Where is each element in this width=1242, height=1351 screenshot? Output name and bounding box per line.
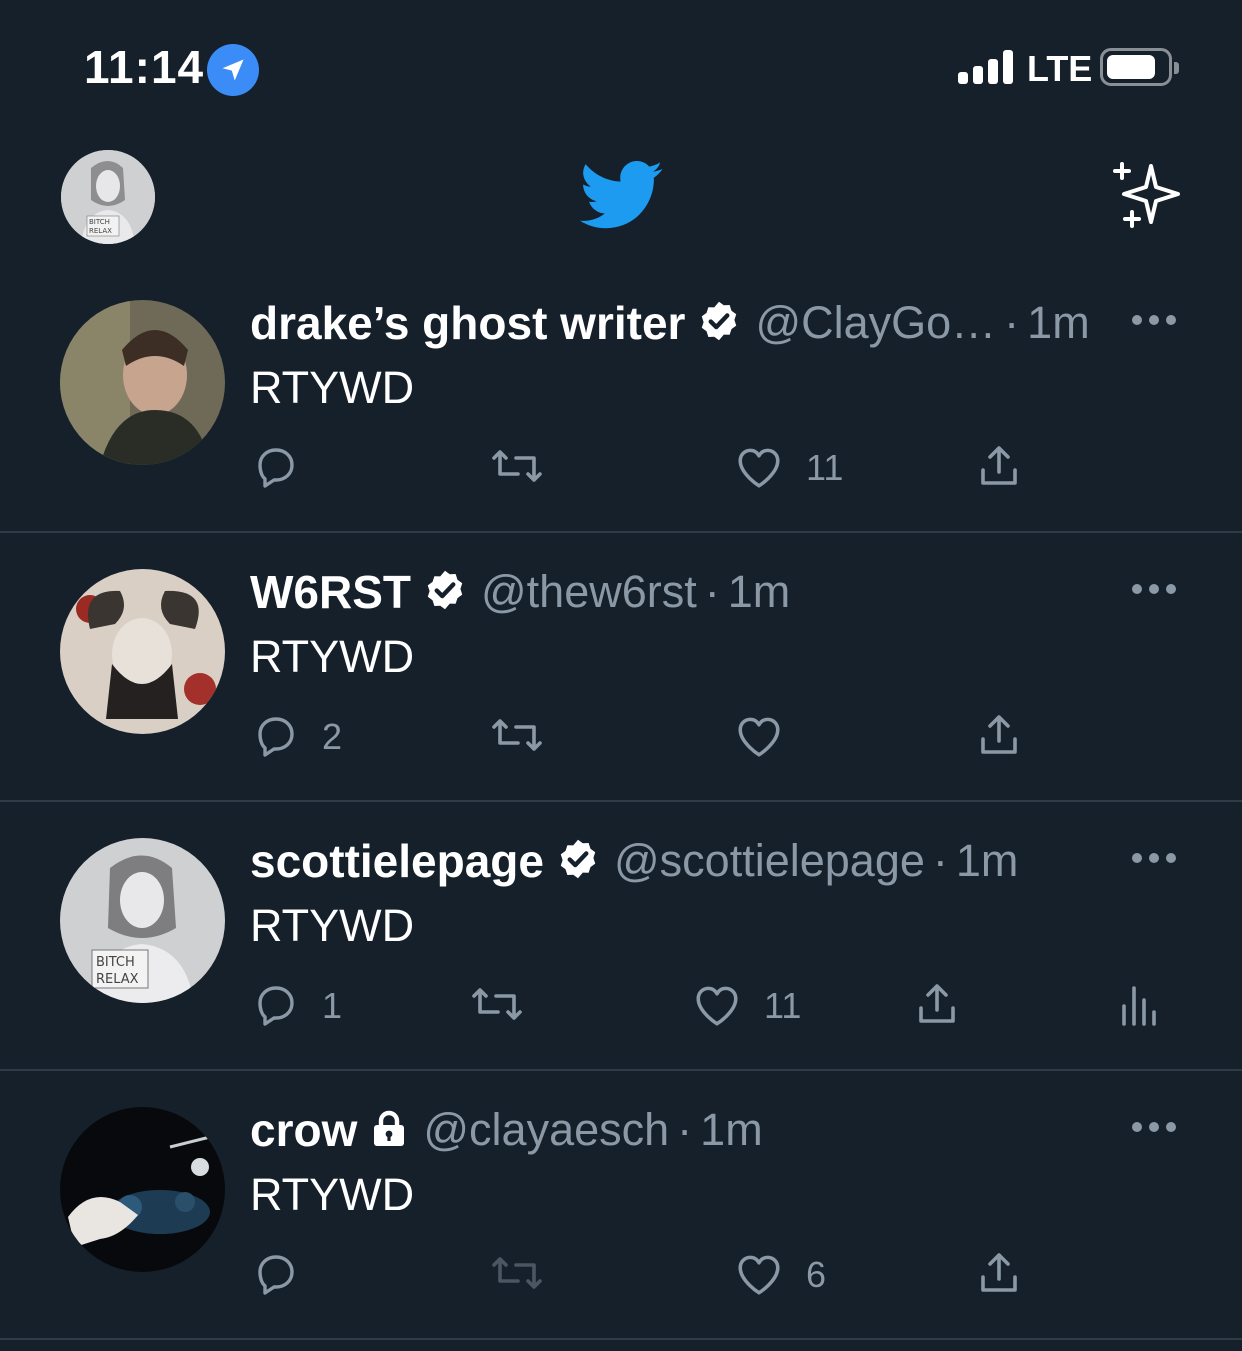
lock-icon xyxy=(369,1108,409,1153)
like-count: 11 xyxy=(806,447,844,488)
reply-button[interactable]: 1 xyxy=(252,981,342,1031)
separator-dot: · xyxy=(704,566,720,617)
retweet-icon xyxy=(490,1249,544,1302)
retweet-button[interactable] xyxy=(490,712,544,762)
tweet-avatar[interactable] xyxy=(60,569,225,734)
separator-dot: · xyxy=(677,1104,693,1155)
tweet-text: RTYWD xyxy=(250,631,415,682)
analytics-icon xyxy=(1118,980,1158,1033)
timestamp[interactable]: 1m xyxy=(1027,297,1090,349)
reply-button[interactable] xyxy=(252,443,300,493)
share-icon xyxy=(974,711,1024,764)
reply-count: 1 xyxy=(322,985,343,1026)
reply-count: 2 xyxy=(322,716,343,757)
verified-badge-icon xyxy=(423,568,467,617)
heart-icon xyxy=(734,1249,784,1302)
tweet[interactable]: drake’s ghost writer @ClayGo… · 1m RTYWD… xyxy=(0,265,1242,533)
more-options-icon[interactable] xyxy=(1132,315,1178,327)
retweet-button-disabled xyxy=(490,1250,544,1300)
retweet-icon xyxy=(470,980,524,1033)
tweet-text: RTYWD xyxy=(250,900,415,951)
like-button[interactable] xyxy=(734,712,784,762)
like-button[interactable]: 6 xyxy=(734,1250,826,1300)
home-timeline-screen: 11:14 LTE BITCH RELAX drake’s ghost writ… xyxy=(0,0,1242,1351)
tweet[interactable]: crow @clayaesch · 1m RTYWD 6 xyxy=(0,1072,1242,1340)
separator-dot: · xyxy=(1004,297,1020,348)
verified-badge-icon xyxy=(556,837,600,886)
heart-icon xyxy=(734,442,784,495)
tweet-header: crow @clayaesch · 1m xyxy=(250,1100,763,1160)
timestamp[interactable]: 1m xyxy=(956,835,1019,887)
timestamp[interactable]: 1m xyxy=(700,1104,763,1156)
retweet-icon xyxy=(490,711,544,764)
cellular-signal-icon xyxy=(958,50,1014,84)
like-count: 11 xyxy=(764,985,802,1026)
share-button[interactable] xyxy=(974,1250,1024,1300)
more-options-icon[interactable] xyxy=(1132,1122,1178,1134)
share-icon xyxy=(912,980,962,1033)
reply-icon xyxy=(252,980,300,1033)
retweet-button[interactable] xyxy=(470,981,524,1031)
tweet-text: RTYWD xyxy=(250,1169,415,1220)
username[interactable]: @scottielepage xyxy=(614,835,925,887)
share-button[interactable] xyxy=(912,981,962,1031)
retweet-icon xyxy=(490,442,544,495)
display-name[interactable]: crow xyxy=(250,1103,357,1157)
reply-icon xyxy=(252,1249,300,1302)
tweet-header: scottielepage @scottielepage · 1m xyxy=(250,831,1018,891)
tweet-avatar[interactable] xyxy=(60,1107,225,1272)
username[interactable]: @ClayGo… xyxy=(755,297,996,349)
username[interactable]: @clayaesch xyxy=(423,1104,669,1156)
retweet-button[interactable] xyxy=(490,443,544,493)
twitter-bird-icon[interactable] xyxy=(579,160,664,237)
like-count: 6 xyxy=(806,1254,827,1295)
like-button[interactable]: 11 xyxy=(734,443,843,493)
display-name[interactable]: scottielepage xyxy=(250,834,544,888)
heart-icon xyxy=(734,711,784,764)
display-name[interactable]: W6RST xyxy=(250,565,411,619)
profile-avatar[interactable]: BITCH RELAX xyxy=(61,150,155,244)
timestamp[interactable]: 1m xyxy=(728,566,791,618)
share-button[interactable] xyxy=(974,712,1024,762)
svg-text:BITCH: BITCH xyxy=(89,218,110,226)
sparkle-icon[interactable] xyxy=(1108,160,1182,235)
heart-icon xyxy=(692,980,742,1033)
reply-button[interactable] xyxy=(252,1250,300,1300)
reply-icon xyxy=(252,442,300,495)
network-type: LTE xyxy=(1027,48,1093,89)
tweet[interactable]: W6RST @thew6rst · 1m RTYWD 2 xyxy=(0,534,1242,802)
svg-text:BITCH: BITCH xyxy=(96,955,135,970)
reply-button[interactable]: 2 xyxy=(252,712,342,762)
verified-badge-icon xyxy=(697,299,741,348)
username[interactable]: @thew6rst xyxy=(481,566,697,618)
display-name[interactable]: drake’s ghost writer xyxy=(250,296,685,350)
like-button[interactable]: 11 xyxy=(692,981,801,1031)
more-options-icon[interactable] xyxy=(1132,853,1178,865)
tweet-avatar[interactable] xyxy=(60,300,225,465)
tweet-header: W6RST @thew6rst · 1m xyxy=(250,562,790,622)
share-button[interactable] xyxy=(974,443,1024,493)
more-options-icon[interactable] xyxy=(1132,584,1178,596)
reply-icon xyxy=(252,711,300,764)
share-icon xyxy=(974,442,1024,495)
svg-text:RELAX: RELAX xyxy=(96,972,139,987)
battery-icon xyxy=(1100,48,1179,86)
svg-text:RELAX: RELAX xyxy=(89,227,112,235)
status-bar: 11:14 LTE xyxy=(0,0,1242,130)
tweet-text: RTYWD xyxy=(250,362,415,413)
clock: 11:14 xyxy=(84,41,205,93)
tweet[interactable]: BITCH RELAX scottielepage @scottielepage… xyxy=(0,803,1242,1071)
separator-dot: · xyxy=(932,835,948,886)
location-arrow-icon xyxy=(207,44,259,96)
tweet-avatar[interactable]: BITCH RELAX xyxy=(60,838,225,1003)
share-icon xyxy=(974,1249,1024,1302)
analytics-button[interactable] xyxy=(1118,981,1158,1031)
tweet-header: drake’s ghost writer @ClayGo… · 1m xyxy=(250,293,1090,353)
